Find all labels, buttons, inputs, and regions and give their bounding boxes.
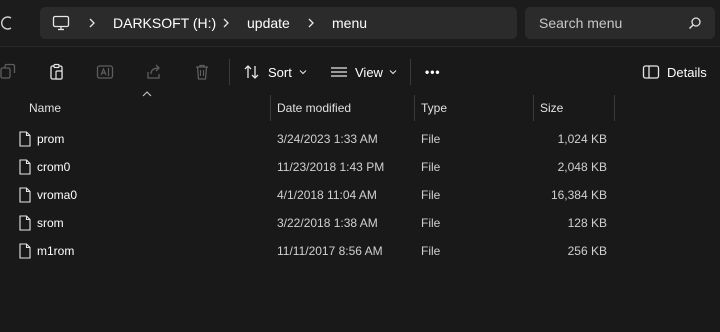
search-icon[interactable] xyxy=(688,16,702,30)
refresh-icon[interactable] xyxy=(0,14,16,32)
file-type: File xyxy=(421,160,441,174)
column-name[interactable]: Name xyxy=(29,100,61,116)
file-type: File xyxy=(421,132,441,146)
chevron-right-icon[interactable] xyxy=(220,16,232,30)
search-placeholder[interactable]: Search menu xyxy=(539,14,622,32)
file-icon xyxy=(19,215,31,231)
column-type[interactable]: Type xyxy=(421,100,447,116)
sort-ascending-icon xyxy=(142,91,152,97)
file-size: 128 KB xyxy=(567,216,607,230)
sort-icon xyxy=(244,65,259,79)
chevron-down-icon xyxy=(299,70,307,75)
file-date: 4/1/2018 11:04 AM xyxy=(277,188,377,202)
file-type: File xyxy=(421,188,441,202)
chevron-down-icon xyxy=(389,70,397,75)
file-date: 3/24/2023 1:33 AM xyxy=(277,132,378,146)
chevron-right-icon[interactable] xyxy=(86,16,98,30)
file-row-vroma0[interactable]: vroma0 4/1/2018 11:04 AM File 16,384 KB xyxy=(0,181,720,209)
column-header: Name Date modified Type Size xyxy=(0,91,720,121)
view-icon xyxy=(331,67,347,77)
column-resize-handle[interactable] xyxy=(270,95,271,121)
copy-icon[interactable] xyxy=(0,63,18,81)
file-size: 2,048 KB xyxy=(557,160,607,174)
column-date-modified[interactable]: Date modified xyxy=(277,100,351,116)
file-date: 11/23/2018 1:43 PM xyxy=(277,160,385,174)
file-name[interactable]: crom0 xyxy=(37,159,70,175)
delete-icon[interactable] xyxy=(193,63,211,81)
details-pane-icon xyxy=(642,65,660,79)
file-size: 256 KB xyxy=(567,244,607,258)
file-icon xyxy=(19,159,31,175)
search-box[interactable]: Search menu xyxy=(525,7,715,39)
navigation-bar: DARKSOFT (H:) update menu Search menu xyxy=(0,0,720,46)
file-name[interactable]: vroma0 xyxy=(37,187,77,203)
toolbar-separator xyxy=(229,59,230,85)
view-label: View xyxy=(355,64,383,80)
file-size: 16,384 KB xyxy=(550,188,607,202)
file-row-prom[interactable]: prom 3/24/2023 1:33 AM File 1,024 KB xyxy=(0,125,720,153)
file-name[interactable]: prom xyxy=(37,131,64,147)
more-options-button[interactable]: ••• xyxy=(425,60,441,84)
breadcrumb-drive[interactable]: DARKSOFT (H:) xyxy=(113,14,216,32)
command-bar: Sort View ••• Details xyxy=(0,47,720,97)
file-type: File xyxy=(421,216,441,230)
file-size: 1,024 KB xyxy=(557,132,607,146)
more-options-label: ••• xyxy=(425,65,441,79)
file-row-srom[interactable]: srom 3/22/2018 1:38 AM File 128 KB xyxy=(0,209,720,237)
breadcrumb-update[interactable]: update xyxy=(247,14,290,32)
sort-label: Sort xyxy=(268,64,292,80)
details-pane-button[interactable]: Details xyxy=(642,60,707,84)
breadcrumb-menu[interactable]: menu xyxy=(332,14,367,32)
view-button[interactable]: View xyxy=(330,60,397,84)
rename-icon[interactable] xyxy=(96,63,114,81)
this-pc-icon[interactable] xyxy=(52,14,70,32)
details-label: Details xyxy=(667,64,707,80)
column-size[interactable]: Size xyxy=(540,100,563,116)
file-icon xyxy=(19,131,31,147)
file-icon xyxy=(19,243,31,259)
share-icon[interactable] xyxy=(145,63,163,81)
file-icon xyxy=(19,187,31,203)
address-bar[interactable]: DARKSOFT (H:) update menu xyxy=(40,7,517,39)
file-row-m1rom[interactable]: m1rom 11/11/2017 8:56 AM File 256 KB xyxy=(0,237,720,265)
file-type: File xyxy=(421,244,441,258)
file-date: 11/11/2017 8:56 AM xyxy=(277,244,383,258)
chevron-right-icon[interactable] xyxy=(305,16,317,30)
column-resize-handle[interactable] xyxy=(533,95,534,121)
paste-icon[interactable] xyxy=(48,63,66,81)
file-name[interactable]: srom xyxy=(37,215,64,231)
column-resize-handle[interactable] xyxy=(614,95,615,121)
column-resize-handle[interactable] xyxy=(414,95,415,121)
toolbar-separator xyxy=(410,59,411,85)
file-row-crom0[interactable]: crom0 11/23/2018 1:43 PM File 2,048 KB xyxy=(0,153,720,181)
file-date: 3/22/2018 1:38 AM xyxy=(277,216,378,230)
file-name[interactable]: m1rom xyxy=(37,243,74,259)
sort-button[interactable]: Sort xyxy=(243,60,307,84)
